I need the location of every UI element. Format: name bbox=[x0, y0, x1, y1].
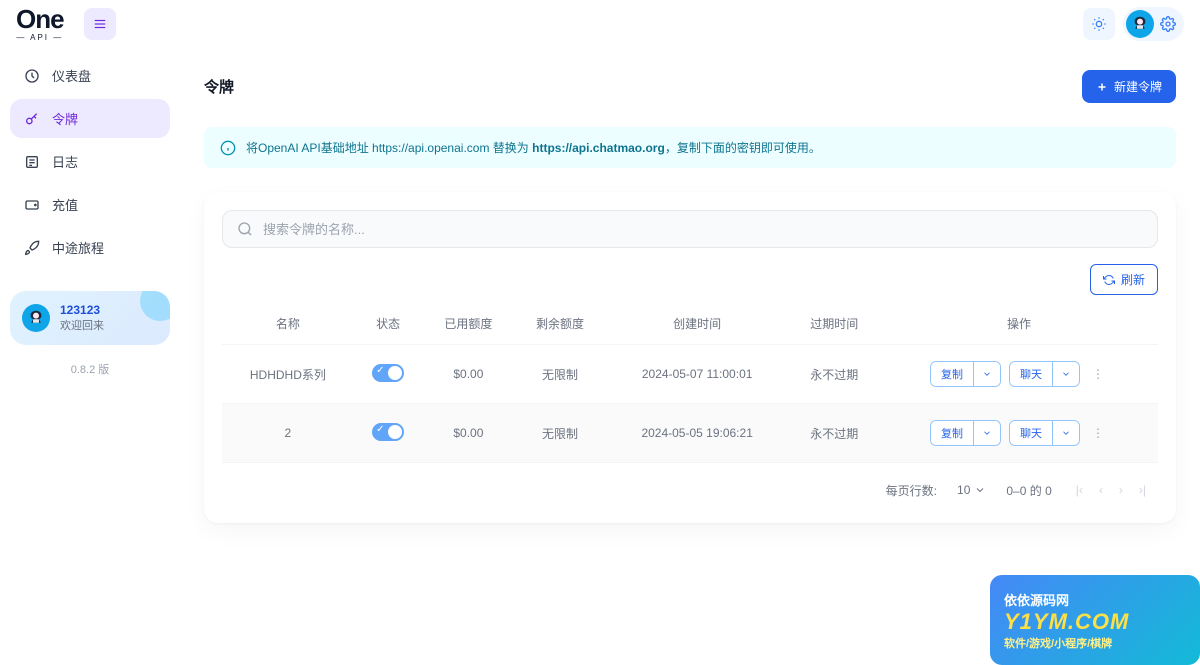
info-icon bbox=[220, 140, 236, 156]
key-icon bbox=[24, 111, 40, 127]
user-controls[interactable] bbox=[1123, 7, 1184, 41]
cell-remain: 无限制 bbox=[514, 345, 606, 404]
sidebar-item-midjourney[interactable]: 中途旅程 bbox=[10, 228, 170, 267]
cell-name: HDHDHD系列 bbox=[222, 345, 354, 404]
new-token-label: 新建令牌 bbox=[1114, 78, 1162, 95]
cell-expire: 永不过期 bbox=[788, 404, 880, 463]
refresh-icon bbox=[1103, 274, 1115, 286]
refresh-button[interactable]: 刷新 bbox=[1090, 264, 1158, 295]
more-icon[interactable]: ⋮ bbox=[1088, 422, 1108, 444]
cell-created: 2024-05-05 19:06:21 bbox=[606, 404, 789, 463]
plus-icon bbox=[1096, 81, 1108, 93]
sidebar-item-label: 令牌 bbox=[52, 109, 78, 128]
status-toggle[interactable] bbox=[372, 423, 404, 441]
avatar bbox=[22, 304, 50, 332]
chat-split-button[interactable]: 聊天 bbox=[1009, 361, 1080, 387]
chevron-down-icon[interactable] bbox=[1052, 421, 1079, 445]
chevron-down-icon[interactable] bbox=[973, 421, 1000, 445]
col-status: 状态 bbox=[354, 303, 423, 345]
cell-expire: 永不过期 bbox=[788, 345, 880, 404]
search-input[interactable] bbox=[263, 222, 1143, 237]
next-page-icon[interactable]: › bbox=[1115, 479, 1127, 501]
brand-sub: — API — bbox=[16, 34, 63, 42]
sidebar-item-token[interactable]: 令牌 bbox=[10, 99, 170, 138]
version-label: 0.8.2 版 bbox=[10, 361, 170, 377]
copy-label[interactable]: 复制 bbox=[931, 421, 973, 445]
cell-used: $0.00 bbox=[423, 345, 515, 404]
token-table: 名称 状态 已用额度 剩余额度 创建时间 过期时间 操作 HDHDHD系列 $0… bbox=[222, 303, 1158, 463]
sidebar-item-log[interactable]: 日志 bbox=[10, 142, 170, 181]
col-created: 创建时间 bbox=[606, 303, 789, 345]
cell-remain: 无限制 bbox=[514, 404, 606, 463]
table-row: 2 $0.00 无限制 2024-05-05 19:06:21 永不过期 复制 bbox=[222, 404, 1158, 463]
chevron-down-icon bbox=[974, 484, 986, 496]
col-name: 名称 bbox=[222, 303, 354, 345]
rows-per-page-label: 每页行数: bbox=[886, 482, 937, 499]
search-box[interactable] bbox=[222, 210, 1158, 248]
brand-name: One bbox=[16, 6, 64, 32]
sidebar-item-label: 仪表盘 bbox=[52, 66, 91, 85]
sidebar-item-dashboard[interactable]: 仪表盘 bbox=[10, 56, 170, 95]
gear-icon[interactable] bbox=[1160, 16, 1176, 32]
sun-icon bbox=[1091, 16, 1107, 32]
banner-pre: 将OpenAI API基础地址 https://api.openai.com 替… bbox=[246, 141, 532, 155]
page-range: 0–0 的 0 bbox=[1006, 482, 1051, 499]
more-icon[interactable]: ⋮ bbox=[1088, 363, 1108, 385]
banner-url: https://api.chatmao.org bbox=[532, 141, 665, 155]
col-used: 已用额度 bbox=[423, 303, 515, 345]
user-welcome: 欢迎回来 bbox=[60, 317, 104, 333]
avatar bbox=[1126, 10, 1154, 38]
search-icon bbox=[237, 221, 253, 237]
user-card[interactable]: 123123 欢迎回来 bbox=[10, 291, 170, 345]
page-title: 令牌 bbox=[204, 76, 234, 97]
sidebar-item-label: 中途旅程 bbox=[52, 238, 104, 257]
sidebar-item-recharge[interactable]: 充值 bbox=[10, 185, 170, 224]
banner-post: ，复制下面的密钥即可使用。 bbox=[665, 141, 821, 155]
cell-created: 2024-05-07 11:00:01 bbox=[606, 345, 789, 404]
col-action: 操作 bbox=[880, 303, 1158, 345]
last-page-icon[interactable]: ›| bbox=[1135, 479, 1150, 501]
table-row: HDHDHD系列 $0.00 无限制 2024-05-07 11:00:01 永… bbox=[222, 345, 1158, 404]
copy-split-button[interactable]: 复制 bbox=[930, 361, 1001, 387]
menu-toggle-button[interactable] bbox=[84, 8, 116, 40]
theme-toggle-button[interactable] bbox=[1083, 8, 1115, 40]
new-token-button[interactable]: 新建令牌 bbox=[1082, 70, 1176, 103]
cell-name: 2 bbox=[222, 404, 354, 463]
copy-label[interactable]: 复制 bbox=[931, 362, 973, 386]
chat-split-button[interactable]: 聊天 bbox=[1009, 420, 1080, 446]
user-name: 123123 bbox=[60, 303, 104, 317]
chat-label[interactable]: 聊天 bbox=[1010, 421, 1052, 445]
status-toggle[interactable] bbox=[372, 364, 404, 382]
prev-page-icon[interactable]: ‹ bbox=[1095, 479, 1107, 501]
dashboard-icon bbox=[24, 68, 40, 84]
log-icon bbox=[24, 154, 40, 170]
refresh-label: 刷新 bbox=[1121, 271, 1145, 288]
sidebar-item-label: 日志 bbox=[52, 152, 78, 171]
chevron-down-icon[interactable] bbox=[973, 362, 1000, 386]
col-expire: 过期时间 bbox=[788, 303, 880, 345]
brand-logo: One — API — bbox=[16, 6, 64, 42]
wallet-icon bbox=[24, 197, 40, 213]
first-page-icon[interactable]: |‹ bbox=[1072, 479, 1087, 501]
info-banner: 将OpenAI API基础地址 https://api.openai.com 替… bbox=[204, 127, 1176, 168]
page-size-select[interactable]: 10 bbox=[957, 483, 986, 497]
chevron-down-icon[interactable] bbox=[1052, 362, 1079, 386]
page-size-value: 10 bbox=[957, 483, 970, 497]
col-remain: 剩余额度 bbox=[514, 303, 606, 345]
cell-used: $0.00 bbox=[423, 404, 515, 463]
chat-label[interactable]: 聊天 bbox=[1010, 362, 1052, 386]
rocket-icon bbox=[24, 240, 40, 256]
sidebar-item-label: 充值 bbox=[52, 195, 78, 214]
copy-split-button[interactable]: 复制 bbox=[930, 420, 1001, 446]
